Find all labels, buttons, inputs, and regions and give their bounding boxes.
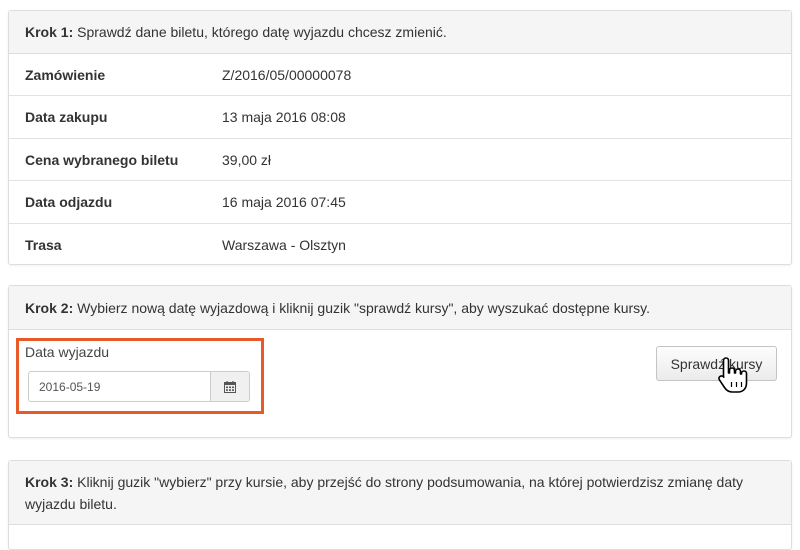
date-label: Data wyjazdu — [25, 344, 110, 360]
hand-pointer-icon — [718, 357, 748, 393]
row-value: Warszawa - Olsztyn — [222, 236, 346, 253]
choose-route-panel: Krok 3: Kliknij guzik "wybierz" przy kur… — [8, 460, 792, 550]
row-label: Data odjazdu — [25, 194, 113, 211]
row-value: 39,00 zł — [222, 151, 272, 168]
step2-label: Krok 2: — [25, 300, 74, 316]
date-picker[interactable] — [28, 371, 250, 402]
step1-label: Krok 1: — [25, 24, 74, 40]
ticket-details-panel: Krok 1: Sprawdź dane biletu, którego dat… — [8, 10, 792, 265]
route-row: Trasa Warszawa - Olsztyn — [9, 224, 791, 266]
step3-text: Kliknij guzik "wybierz" przy kursie, aby… — [25, 474, 744, 512]
row-value: 16 maja 2016 07:45 — [222, 194, 346, 211]
row-value: Z/2016/05/00000078 — [222, 67, 352, 83]
calendar-button[interactable] — [210, 372, 249, 401]
row-label: Data zakupu — [25, 109, 108, 126]
purchase-date-row: Data zakupu 13 maja 2016 08:08 — [9, 96, 791, 139]
price-row: Cena wybranego biletu 39,00 zł — [9, 139, 791, 182]
step2-text: Wybierz nową datę wyjazdową i kliknij gu… — [73, 300, 651, 316]
departure-date-row: Data odjazdu 16 maja 2016 07:45 — [9, 181, 791, 224]
step2-header: Krok 2: Wybierz nową datę wyjazdową i kl… — [9, 286, 791, 330]
step3-label: Krok 3: — [25, 474, 74, 490]
row-label: Zamówienie — [25, 67, 106, 83]
order-row: Zamówienie Z/2016/05/00000078 — [9, 54, 791, 97]
row-value: 13 maja 2016 08:08 — [222, 109, 346, 126]
row-label: Trasa — [25, 236, 62, 253]
calendar-icon — [224, 380, 236, 393]
date-input[interactable] — [29, 372, 210, 401]
step1-text: Sprawdź dane biletu, którego datę wyjazd… — [73, 24, 447, 40]
row-label: Cena wybranego biletu — [25, 151, 179, 168]
new-date-panel: Krok 2: Wybierz nową datę wyjazdową i kl… — [8, 285, 792, 438]
step3-header: Krok 3: Kliknij guzik "wybierz" przy kur… — [9, 461, 791, 525]
step1-header: Krok 1: Sprawdź dane biletu, którego dat… — [9, 11, 791, 54]
